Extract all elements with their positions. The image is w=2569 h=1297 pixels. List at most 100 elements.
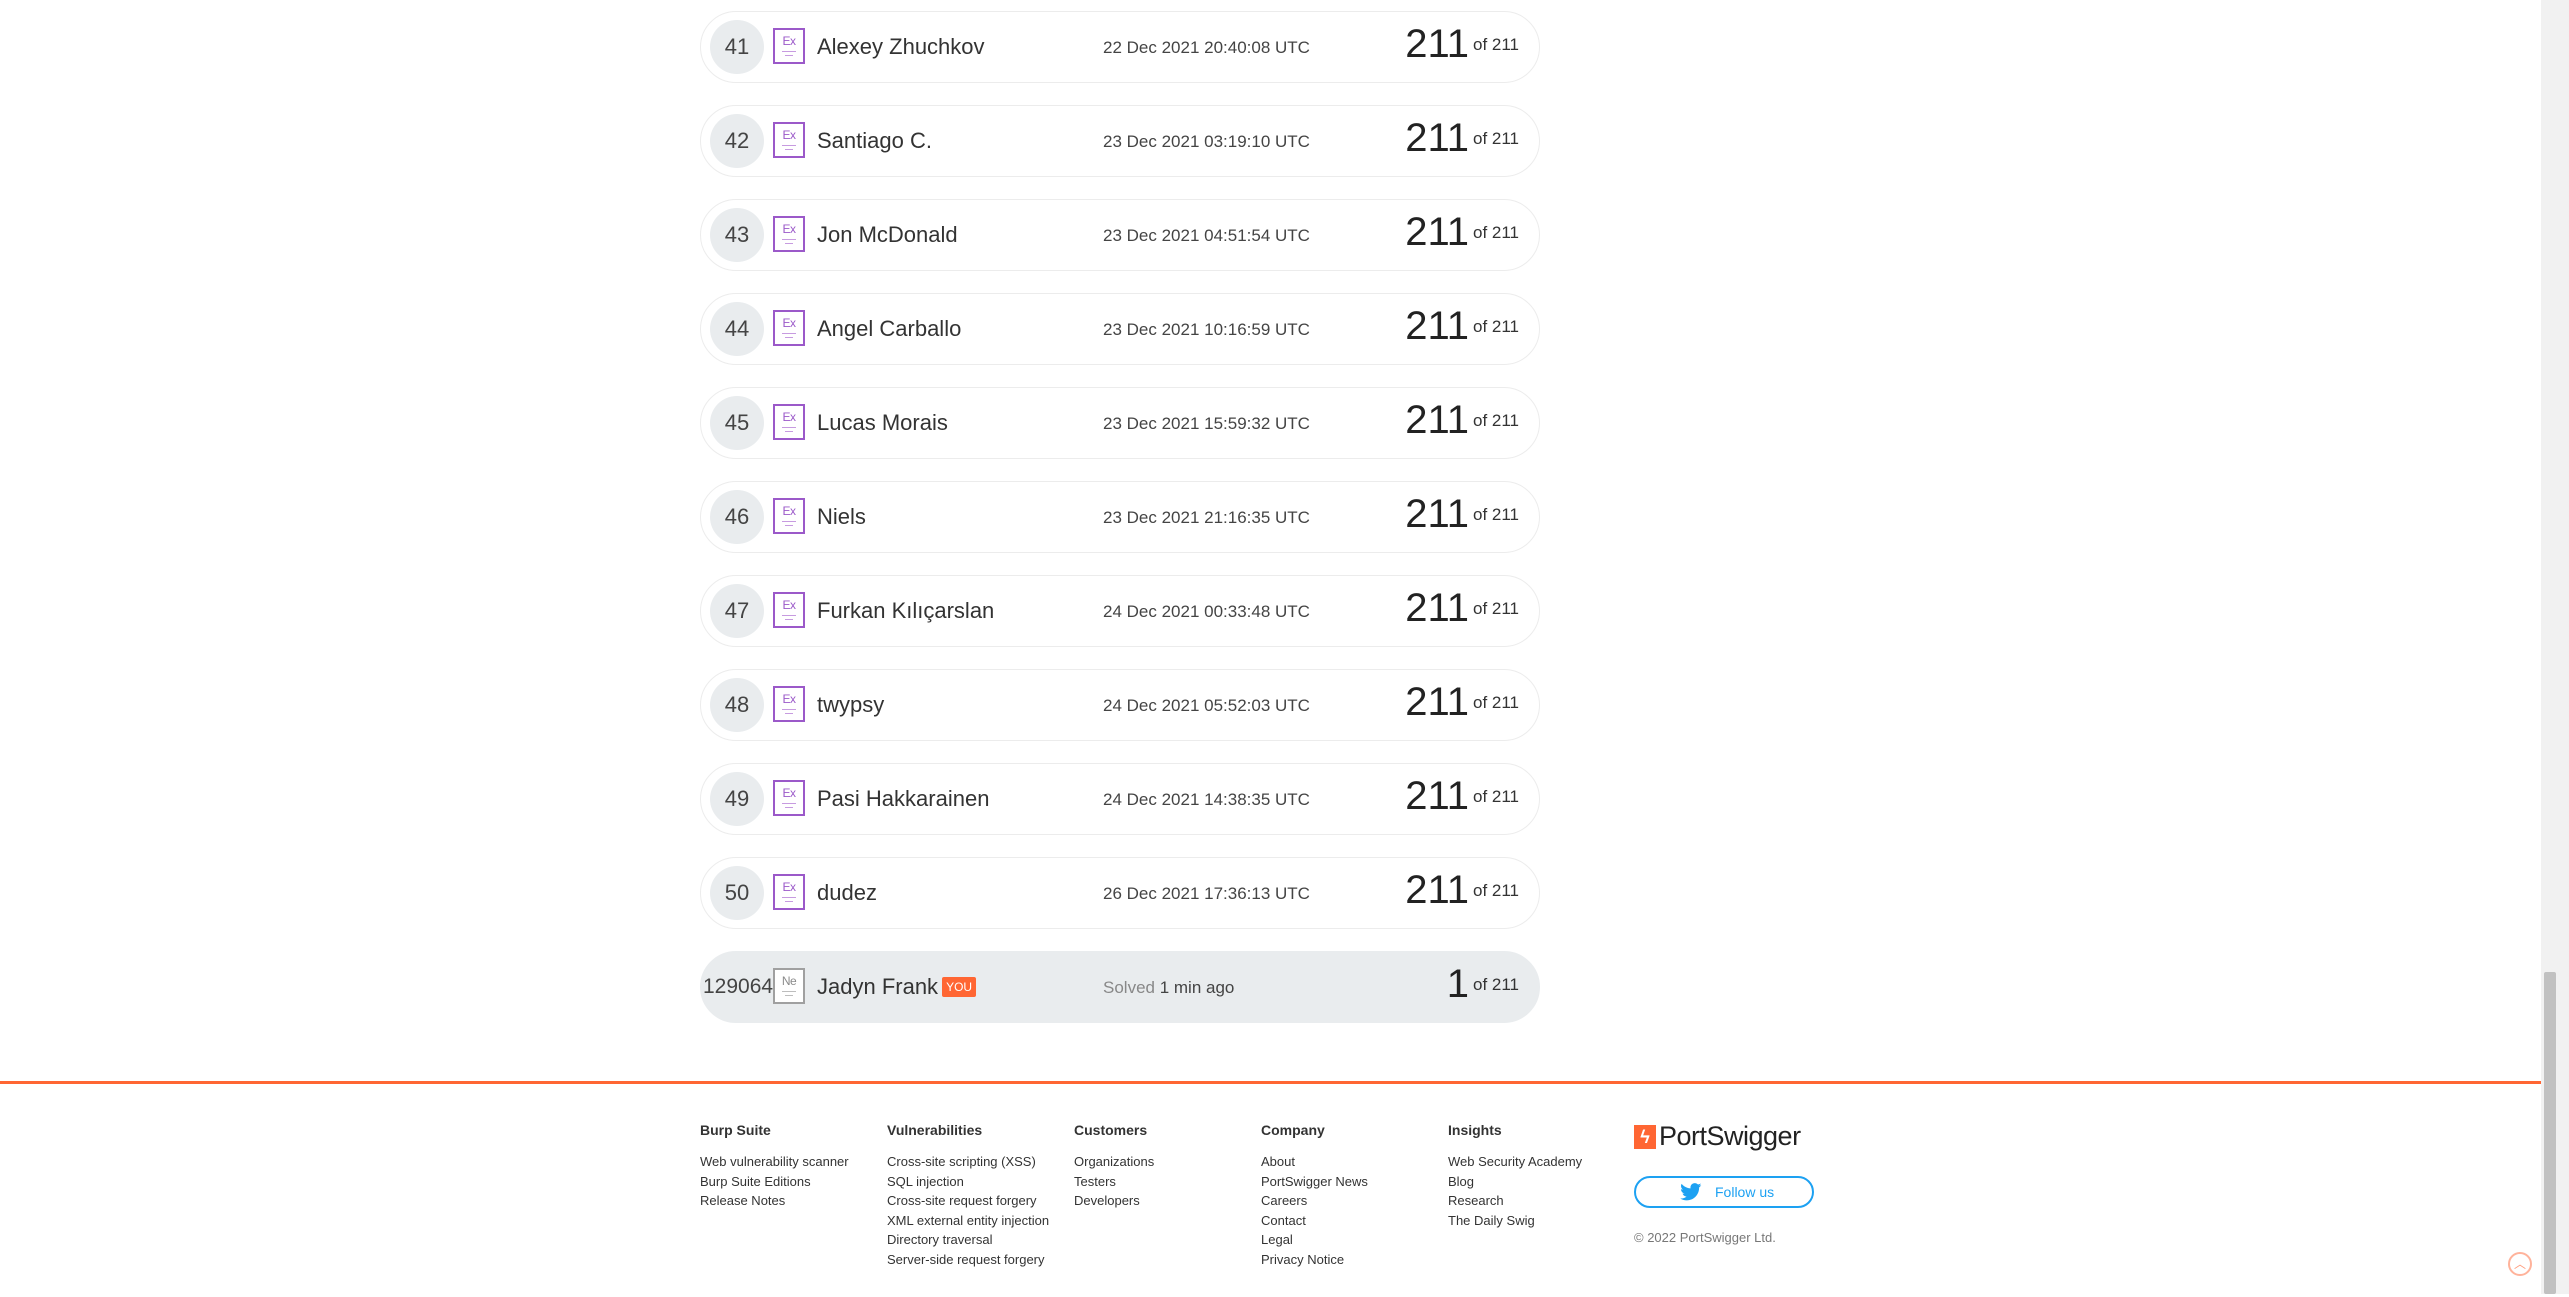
badge-text: Ex [782, 128, 796, 142]
expert-badge-icon: Ex [773, 28, 805, 64]
user-name[interactable]: dudez [817, 880, 877, 906]
expert-badge-icon: Ex [773, 498, 805, 534]
badge-line [782, 521, 796, 522]
user-name[interactable]: Lucas Morais [817, 410, 948, 436]
completion-time: 24 Dec 2021 14:38:35 UTC [1103, 790, 1310, 809]
footer-link[interactable]: The Daily Swig [1448, 1211, 1582, 1231]
badge-text: Ex [782, 222, 796, 236]
footer-link[interactable]: About [1261, 1152, 1368, 1172]
badge-line [782, 333, 796, 334]
completion-time: 23 Dec 2021 10:16:59 UTC [1103, 320, 1310, 339]
badge-text: Ex [782, 34, 796, 48]
leaderboard-row: 48 Ex twypsy 24 Dec 2021 05:52:03 UTC 211 of … [700, 669, 1540, 741]
score: 211 of 211 [1405, 492, 1519, 537]
footer-link[interactable]: Legal [1261, 1230, 1368, 1250]
score: 211 of 211 [1405, 398, 1519, 443]
badge-line [785, 807, 793, 808]
badge-text: Ex [782, 410, 796, 424]
leaderboard-row: 49 Ex Pasi Hakkarainen 24 Dec 2021 14:38:35… [700, 763, 1540, 835]
user-name[interactable]: twypsy [817, 692, 884, 718]
leaderboard-row: 41 Ex Alexey Zhuchkov 22 Dec 2021 20:40:08 … [700, 11, 1540, 83]
user-name-wrap: Jadyn Frank YOU [817, 974, 977, 1000]
footer-link[interactable]: Web Security Academy [1448, 1152, 1582, 1172]
badge-line [785, 525, 793, 526]
score-value: 211 [1405, 304, 1469, 348]
completion-time: 23 Dec 2021 04:51:54 UTC [1103, 226, 1310, 245]
badge-line [782, 145, 796, 146]
badge-line [785, 243, 793, 244]
rank-number: 46 [710, 490, 764, 544]
leaderboard-row: 43 Ex Jon McDonald 23 Dec 2021 04:51:54 UTC… [700, 199, 1540, 271]
leaderboard-row: 45 Ex Lucas Morais 23 Dec 2021 15:59:32 UTC… [700, 387, 1540, 459]
footer-link[interactable]: SQL injection [887, 1172, 1049, 1192]
score-value: 211 [1405, 210, 1469, 254]
score-value: 211 [1405, 116, 1469, 160]
footer-link[interactable]: Organizations [1074, 1152, 1154, 1172]
logo-text: PortSwigger [1659, 1121, 1801, 1151]
score: 1 of 211 [1447, 962, 1519, 1007]
score: 211 of 211 [1405, 210, 1519, 255]
user-name[interactable]: Alexey Zhuchkov [817, 34, 985, 60]
expert-badge-icon: Ex [773, 122, 805, 158]
footer-link[interactable]: Developers [1074, 1191, 1154, 1211]
rank-number: 129064 [703, 975, 774, 998]
footer-link[interactable]: Burp Suite Editions [700, 1172, 849, 1192]
user-name[interactable]: Angel Carballo [817, 316, 961, 342]
user-name[interactable]: Jon McDonald [817, 222, 958, 248]
score: 211 of 211 [1405, 774, 1519, 819]
footer-link[interactable]: Web vulnerability scanner [700, 1152, 849, 1172]
footer-column: Burp Suite Web vulnerability scanner Burp … [700, 1122, 849, 1211]
footer-link[interactable]: Directory traversal [887, 1230, 1049, 1250]
portswigger-logo[interactable]: ϟ PortSwigger [1634, 1121, 1801, 1151]
leaderboard-row: 44 Ex Angel Carballo 23 Dec 2021 10:16:59 U… [700, 293, 1540, 365]
user-name[interactable]: Pasi Hakkarainen [817, 786, 989, 812]
footer-link[interactable]: PortSwigger News [1261, 1172, 1368, 1192]
footer-link[interactable]: Cross-site scripting (XSS) [887, 1152, 1049, 1172]
footer-link[interactable]: Release Notes [700, 1191, 849, 1211]
expert-badge-icon: Ex [773, 592, 805, 628]
score-total: of 211 [1472, 504, 1519, 524]
completion-time: 23 Dec 2021 15:59:32 UTC [1103, 414, 1310, 433]
score-total: of 211 [1472, 692, 1519, 712]
leaderboard-row: 47 Ex Furkan Kılıçarslan 24 Dec 2021 00:33:… [700, 575, 1540, 647]
completion-time: 22 Dec 2021 20:40:08 UTC [1103, 38, 1310, 57]
score: 211 of 211 [1405, 586, 1519, 631]
user-name[interactable]: Jadyn Frank [817, 974, 938, 999]
footer-link[interactable]: Careers [1261, 1191, 1368, 1211]
twitter-follow-button[interactable]: Follow us [1634, 1176, 1814, 1208]
badge-line [782, 803, 796, 804]
score: 211 of 211 [1405, 680, 1519, 725]
user-name[interactable]: Santiago C. [817, 128, 932, 154]
footer-link[interactable]: Contact [1261, 1211, 1368, 1231]
copyright: © 2022 PortSwigger Ltd. [1634, 1230, 1776, 1245]
footer-link[interactable]: Testers [1074, 1172, 1154, 1192]
footer-link[interactable]: Privacy Notice [1261, 1250, 1368, 1270]
expert-badge-icon: Ex [773, 404, 805, 440]
user-name[interactable]: Niels [817, 504, 866, 530]
user-name[interactable]: Furkan Kılıçarslan [817, 598, 994, 624]
site-footer: Burp Suite Web vulnerability scanner Burp … [0, 1081, 2541, 1297]
rank-number: 43 [710, 208, 764, 262]
leaderboard-row: 46 Ex Niels 23 Dec 2021 21:16:35 UTC 211 of 2… [700, 481, 1540, 553]
badge-line [785, 149, 793, 150]
solved-info: Solved 1 min ago [1103, 978, 1234, 998]
you-badge: YOU [942, 977, 977, 997]
badge-text: Ex [782, 692, 796, 706]
footer-link[interactable]: Research [1448, 1191, 1582, 1211]
badge-text: Ex [782, 504, 796, 518]
badge-text: Ex [782, 880, 796, 894]
rank-number: 49 [710, 772, 764, 826]
footer-column: Company About PortSwigger News Careers Conta… [1261, 1122, 1368, 1269]
footer-link[interactable]: Cross-site request forgery [887, 1191, 1049, 1211]
back-to-top-button[interactable]: ︿ [2508, 1252, 2532, 1276]
scrollbar-thumb[interactable] [2544, 972, 2556, 1294]
footer-link[interactable]: XML external entity injection [887, 1211, 1049, 1231]
badge-line [785, 337, 793, 338]
badge-line [785, 55, 793, 56]
footer-column-title: Customers [1074, 1122, 1148, 1138]
footer-link[interactable]: Server-side request forgery [887, 1250, 1049, 1270]
footer-link[interactable]: Blog [1448, 1172, 1582, 1192]
score: 211 of 211 [1405, 116, 1519, 161]
footer-column-title: Burp Suite [700, 1122, 771, 1138]
footer-column: Vulnerabilities Cross-site scripting (XSS… [887, 1122, 1049, 1269]
